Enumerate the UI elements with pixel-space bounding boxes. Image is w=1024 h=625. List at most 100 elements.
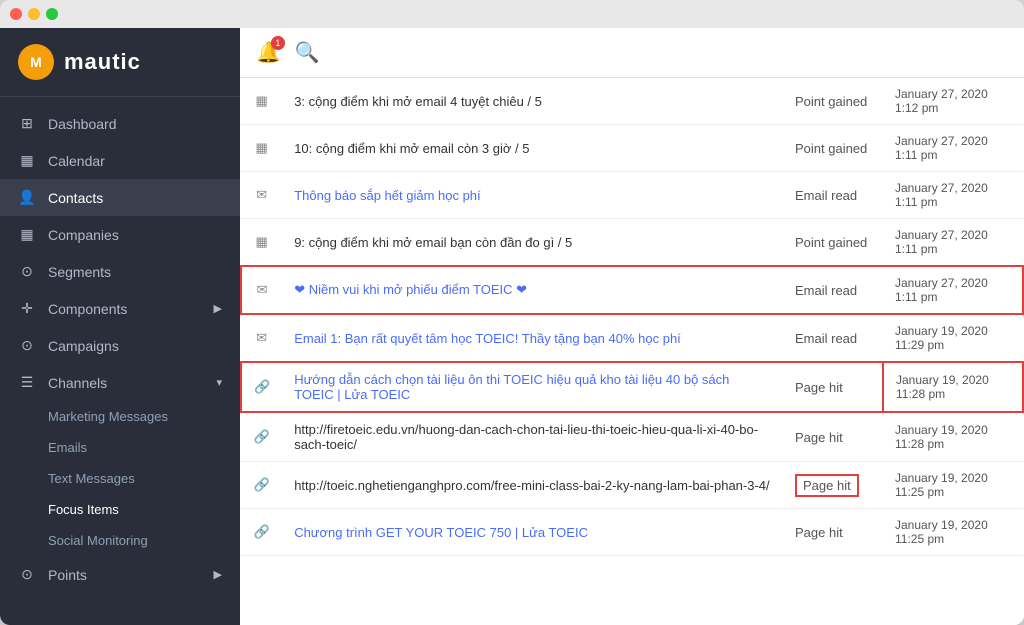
row-date: January 27, 20201:11 pm [883, 125, 1023, 172]
row-type: Page hit [783, 412, 883, 462]
row-icon: ✉ [241, 314, 282, 362]
row-type: Point gained [783, 78, 883, 125]
table-row: ▦3: cộng điểm khi mở email 4 tuyệt chiêu… [241, 78, 1023, 125]
row-type: Point gained [783, 219, 883, 267]
chevron-right-icon: ▶ [214, 302, 222, 315]
main-content: 🔔 1 🔍 ▦3: cộng điểm khi mở email 4 tuyệt… [240, 28, 1024, 625]
row-icon: ▦ [241, 219, 282, 267]
row-icon: ✉ [241, 172, 282, 219]
row-text: 9: cộng điểm khi mở email bạn còn đần đo… [282, 219, 783, 267]
row-text[interactable]: Email 1: Bạn rất quyết tâm học TOEIC! Th… [282, 314, 783, 362]
row-icon: 🔗 [241, 362, 282, 412]
sidebar-item-focus-items[interactable]: Focus Items [0, 494, 240, 525]
points-icon: ⊙ [18, 566, 36, 583]
table-row: 🔗Hướng dẫn cách chọn tài liệu ôn thi TOE… [241, 362, 1023, 412]
row-date: January 19, 202011:28 pm [883, 412, 1023, 462]
table-row: ▦9: cộng điểm khi mở email bạn còn đần đ… [241, 219, 1023, 267]
sidebar-item-text-messages[interactable]: Text Messages [0, 463, 240, 494]
dashboard-icon: ⊞ [18, 115, 36, 132]
row-date: January 19, 202011:25 pm [883, 509, 1023, 556]
row-type: Email read [783, 266, 883, 314]
sidebar-item-label: Segments [48, 264, 111, 280]
notification-bell-button[interactable]: 🔔 1 [256, 40, 281, 65]
sidebar-item-contacts[interactable]: 👤 Contacts [0, 179, 240, 216]
sidebar-item-label: Campaigns [48, 338, 119, 354]
topbar: 🔔 1 🔍 [240, 28, 1024, 78]
maximize-button[interactable] [46, 8, 58, 20]
chevron-down-icon: ▾ [216, 376, 222, 389]
companies-icon: ▦ [18, 226, 36, 243]
row-date: January 19, 202011:29 pm [883, 314, 1023, 362]
sidebar-item-channels[interactable]: ☰ Channels ▾ [0, 364, 240, 401]
logo-text: mautic [64, 49, 141, 75]
sidebar-item-points[interactable]: ⊙ Points ▶ [0, 556, 240, 593]
table-row: 🔗http://firetoeic.edu.vn/huong-dan-cach-… [241, 412, 1023, 462]
table-row: ✉❤ Niềm vui khi mở phiếu điểm TOEIC ❤Ema… [241, 266, 1023, 314]
sidebar-item-label: Points [48, 567, 87, 583]
row-text: 3: cộng điểm khi mở email 4 tuyệt chiêu … [282, 78, 783, 125]
sidebar-item-label: Components [48, 301, 127, 317]
sidebar-item-segments[interactable]: ⊙ Segments [0, 253, 240, 290]
chevron-right-icon: ▶ [214, 568, 222, 581]
minimize-button[interactable] [28, 8, 40, 20]
sidebar-item-label: Channels [48, 375, 107, 391]
segments-icon: ⊙ [18, 263, 36, 280]
campaigns-icon: ⊙ [18, 337, 36, 354]
calendar-icon: ▦ [18, 152, 36, 169]
search-button[interactable]: 🔍 [295, 40, 320, 65]
sidebar-item-social-monitoring[interactable]: Social Monitoring [0, 525, 240, 556]
row-text[interactable]: ❤ Niềm vui khi mở phiếu điểm TOEIC ❤ [282, 266, 783, 314]
sidebar-item-label: Contacts [48, 190, 103, 206]
row-icon: ▦ [241, 125, 282, 172]
table-row: ✉Email 1: Bạn rất quyết tâm học TOEIC! T… [241, 314, 1023, 362]
row-text: http://toeic.nghetienganghpro.com/free-m… [282, 462, 783, 509]
row-type: Email read [783, 172, 883, 219]
sidebar-item-label: Calendar [48, 153, 105, 169]
row-text: 10: cộng điểm khi mở email còn 3 giờ / 5 [282, 125, 783, 172]
notification-badge: 1 [271, 36, 285, 50]
channels-icon: ☰ [18, 374, 36, 391]
row-date: January 27, 20201:11 pm [883, 219, 1023, 267]
table-row: ✉Thông báo sắp hết giảm học phíEmail rea… [241, 172, 1023, 219]
row-type: Email read [783, 314, 883, 362]
row-date: January 27, 20201:12 pm [883, 78, 1023, 125]
row-type: Page hit [783, 362, 883, 412]
activity-table: ▦3: cộng điểm khi mở email 4 tuyệt chiêu… [240, 78, 1024, 625]
close-button[interactable] [10, 8, 22, 20]
table-row: 🔗Chương trình GET YOUR TOEIC 750 | Lửa T… [241, 509, 1023, 556]
sidebar-item-components[interactable]: ✛ Components ▶ [0, 290, 240, 327]
sidebar-item-companies[interactable]: ▦ Companies [0, 216, 240, 253]
sidebar-item-label: Dashboard [48, 116, 117, 132]
sidebar-item-emails[interactable]: Emails [0, 432, 240, 463]
sidebar-item-dashboard[interactable]: ⊞ Dashboard [0, 105, 240, 142]
sidebar-item-marketing-messages[interactable]: Marketing Messages [0, 401, 240, 432]
app-window: M mautic ⊞ Dashboard ▦ Calendar 👤 [0, 0, 1024, 625]
sidebar-item-campaigns[interactable]: ⊙ Campaigns [0, 327, 240, 364]
row-text[interactable]: Thông báo sắp hết giảm học phí [282, 172, 783, 219]
row-type: Page hit [783, 509, 883, 556]
row-text: http://firetoeic.edu.vn/huong-dan-cach-c… [282, 412, 783, 462]
row-date: January 19, 202011:28 pm [883, 362, 1023, 412]
table-row: ▦10: cộng điểm khi mở email còn 3 giờ / … [241, 125, 1023, 172]
row-date: January 27, 20201:11 pm [883, 172, 1023, 219]
app-body: M mautic ⊞ Dashboard ▦ Calendar 👤 [0, 28, 1024, 625]
sidebar-logo: M mautic [0, 28, 240, 97]
sidebar-item-calendar[interactable]: ▦ Calendar [0, 142, 240, 179]
row-icon: 🔗 [241, 509, 282, 556]
sidebar: M mautic ⊞ Dashboard ▦ Calendar 👤 [0, 28, 240, 625]
row-type: Point gained [783, 125, 883, 172]
table-row: 🔗http://toeic.nghetienganghpro.com/free-… [241, 462, 1023, 509]
row-text[interactable]: Hướng dẫn cách chọn tài liệu ôn thi TOEI… [282, 362, 783, 412]
row-icon: 🔗 [241, 462, 282, 509]
row-icon: ▦ [241, 78, 282, 125]
row-icon: 🔗 [241, 412, 282, 462]
row-date: January 27, 20201:11 pm [883, 266, 1023, 314]
row-text[interactable]: Chương trình GET YOUR TOEIC 750 | Lửa TO… [282, 509, 783, 556]
contacts-icon: 👤 [18, 189, 36, 206]
logo-icon: M [18, 44, 54, 80]
row-date: January 19, 202011:25 pm [883, 462, 1023, 509]
sidebar-item-label: Companies [48, 227, 119, 243]
components-icon: ✛ [18, 300, 36, 317]
row-icon: ✉ [241, 266, 282, 314]
sidebar-nav: ⊞ Dashboard ▦ Calendar 👤 Contacts ▦ Comp… [0, 97, 240, 625]
